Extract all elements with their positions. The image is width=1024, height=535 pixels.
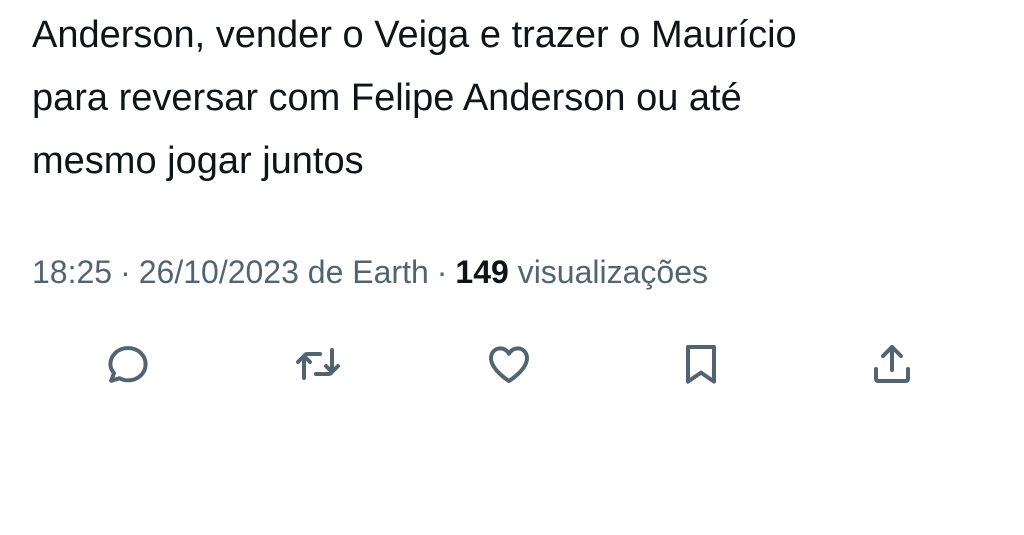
meta-separator: · xyxy=(120,254,131,290)
tweet-date[interactable]: 26/10/2023 xyxy=(139,254,299,290)
like-button[interactable] xyxy=(481,336,537,392)
heart-icon xyxy=(489,346,529,383)
tweet-body: Anderson, vender o Veiga e trazer o Maur… xyxy=(32,0,992,193)
tweet-source[interactable]: Earth xyxy=(352,254,428,290)
tweet-text-line: para reversar com Felipe Anderson ou até xyxy=(32,77,742,119)
tweet-time[interactable]: 18:25 xyxy=(32,254,112,290)
share-button[interactable] xyxy=(864,336,920,392)
views-count: 149 xyxy=(455,254,509,290)
tweet-text-line: mesmo jogar juntos xyxy=(32,140,364,182)
retweet-button[interactable] xyxy=(290,336,346,392)
reply-button[interactable] xyxy=(100,336,156,392)
tweet-text: Anderson, vender o Veiga e trazer o Maur… xyxy=(32,0,992,193)
tweet-actions-bar xyxy=(100,336,930,392)
retweet-icon xyxy=(296,348,340,380)
bookmark-button[interactable] xyxy=(673,336,729,392)
reply-icon xyxy=(108,346,148,383)
tweet-text-line: Anderson, vender o Veiga e trazer o Maur… xyxy=(32,14,797,56)
meta-separator: · xyxy=(436,254,448,290)
bookmark-icon xyxy=(686,345,716,384)
source-prefix: de xyxy=(307,254,344,290)
share-icon xyxy=(874,345,910,383)
views-label: visualizações xyxy=(517,254,708,290)
tweet-meta: 18:25 · 26/10/2023 de Earth · 149 visualizaç… xyxy=(32,250,708,294)
